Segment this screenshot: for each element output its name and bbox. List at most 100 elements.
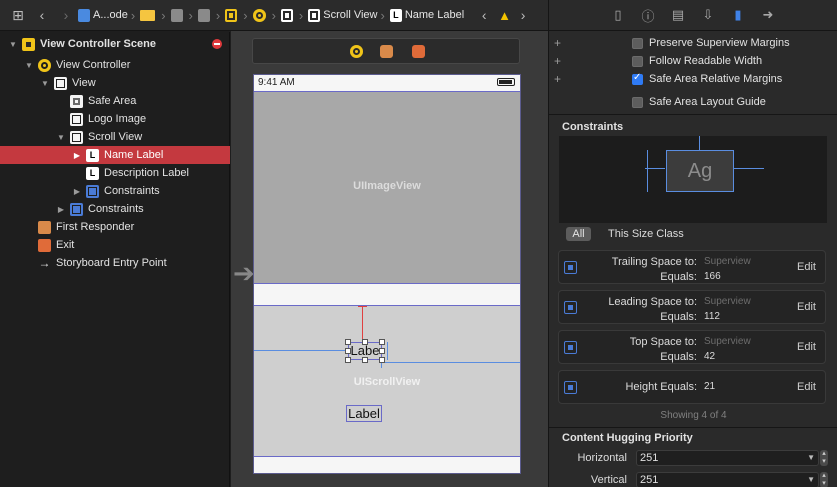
warning-icon[interactable]: ▲ (498, 8, 511, 23)
identity-inspector-icon[interactable]: ▤ (663, 7, 693, 23)
description-label-element[interactable]: Label (346, 405, 382, 422)
breadcrumb-name-label[interactable]: L Name Label (389, 8, 464, 22)
leading-constraint-line[interactable] (254, 350, 348, 351)
hugging-vertical-stepper[interactable]: ▴ ▾ (820, 472, 828, 487)
disclosure-triangle-icon[interactable]: ▼ (56, 133, 66, 142)
attributes-inspector-icon[interactable]: ⇩ (693, 7, 723, 23)
forward-chevron-icon[interactable]: › (54, 7, 78, 23)
checkbox-follow-readable-width[interactable] (632, 55, 643, 67)
plus-icon[interactable]: + (554, 54, 561, 68)
constraints-preview[interactable]: Ag (559, 136, 827, 223)
file-inspector-icon[interactable]: ▯ (603, 7, 633, 23)
breadcrumb-folder[interactable]: › (140, 8, 168, 23)
plus-icon[interactable]: + (554, 72, 561, 86)
storyboard-canvas[interactable]: ➔ 9:41 AM UIImageView UIScrollView Labe (231, 31, 548, 487)
outline-item-safe-area[interactable]: Safe Area (0, 92, 230, 110)
outline-item-constraints-scroll[interactable]: ▶ Constraints (0, 182, 230, 200)
edit-button[interactable]: Edit (797, 261, 816, 273)
outline-item-name-label[interactable]: ▶ L Name Label (0, 146, 230, 164)
trailing-constraint-line[interactable] (382, 362, 520, 363)
scroll-view[interactable]: UIScrollView Labe Label (254, 305, 520, 457)
safe-area-icon (70, 94, 83, 108)
scroll-view-caption: UIScrollView (353, 376, 421, 388)
trailing-constraint-icon (564, 261, 577, 274)
resize-handle[interactable] (362, 339, 368, 345)
height-constraint-line[interactable] (387, 342, 388, 360)
plus-icon[interactable]: + (554, 36, 561, 50)
option-follow-readable-width: + Follow Readable Width (549, 52, 837, 70)
edit-button[interactable]: Edit (797, 341, 816, 353)
size-inspector-icon[interactable]: ▮ (723, 7, 753, 23)
hugging-vertical-field[interactable]: 251 ▼ (636, 472, 819, 487)
outline-item-logo-image[interactable]: Logo Image (0, 110, 230, 128)
connections-inspector-icon[interactable]: ➜ (753, 7, 783, 23)
constraint-row-trailing[interactable]: Trailing Space to: Superview Equals: 166… (558, 250, 826, 284)
outline-item-storyboard-entry-point[interactable]: → Storyboard Entry Point (0, 254, 230, 272)
disclosure-triangle-icon[interactable]: ▶ (72, 151, 82, 160)
resize-handle[interactable] (345, 357, 351, 363)
storyboard-file-icon (197, 8, 210, 22)
checkbox-safe-area-layout-guide[interactable] (632, 96, 643, 108)
breadcrumb-storyboard[interactable]: › (197, 8, 223, 23)
resize-handle[interactable] (379, 348, 385, 354)
constraints-count: Showing 4 of 4 (660, 410, 727, 421)
disclosure-triangle-icon[interactable]: ▶ (56, 205, 66, 214)
constraint-row-leading[interactable]: Leading Space to: Superview Equals: 112 … (558, 290, 826, 324)
hugging-horizontal-field[interactable]: 251 ▼ (636, 450, 819, 466)
image-view-caption: UIImageView (353, 180, 421, 192)
resize-handle[interactable] (379, 357, 385, 363)
resize-handle[interactable] (345, 339, 351, 345)
breadcrumb-view-controller[interactable]: › (252, 8, 279, 23)
breadcrumb-project[interactable]: A...ode › (78, 8, 138, 23)
view-controller-frame[interactable]: 9:41 AM UIImageView UIScrollView Labe La… (253, 74, 521, 474)
breadcrumb-group[interactable]: › (170, 8, 196, 23)
breadcrumb-view[interactable]: › (280, 8, 306, 23)
entry-point-arrow-icon[interactable]: ➔ (233, 260, 255, 286)
storyboard-scene-icon (225, 8, 238, 22)
constraint-target: Superview (704, 336, 751, 347)
height-constraint-icon (564, 381, 577, 394)
outline-item-first-responder[interactable]: First Responder (0, 218, 230, 236)
related-items-grid-icon[interactable]: ⊞ (6, 7, 30, 24)
outline-item-scroll-view[interactable]: ▼ Scroll View (0, 128, 230, 146)
battery-icon (497, 78, 515, 86)
disclosure-triangle-icon[interactable]: ▼ (8, 40, 18, 49)
resize-handle[interactable] (362, 357, 368, 363)
disclosure-triangle-icon[interactable]: ▶ (72, 187, 82, 196)
leading-constraint-icon (564, 301, 577, 314)
filter-all-button[interactable]: All (566, 227, 591, 241)
disclosure-triangle-icon[interactable]: ▼ (24, 61, 34, 70)
hugging-horizontal-stepper[interactable]: ▴ ▾ (820, 450, 828, 466)
constraint-row-top[interactable]: Top Space to: Superview Equals: 42 Edit (558, 330, 826, 364)
next-issue-chevron-icon[interactable]: › (511, 7, 535, 23)
disclosure-triangle-icon[interactable]: ▼ (40, 79, 50, 88)
outline-item-view-controller-scene[interactable]: ▼ View Controller Scene (0, 35, 230, 53)
file-icon (170, 8, 183, 22)
top-constraint-line[interactable] (362, 306, 363, 342)
back-chevron-icon[interactable]: ‹ (30, 7, 54, 23)
breadcrumb-scroll-view[interactable]: Scroll View › (308, 8, 388, 23)
breadcrumb-scene[interactable]: › (225, 8, 250, 23)
previous-issue-chevron-icon[interactable]: ‹ (472, 7, 496, 23)
resize-handle[interactable] (345, 348, 351, 354)
resize-handle[interactable] (379, 339, 385, 345)
edit-button[interactable]: Edit (797, 381, 816, 393)
first-responder-icon[interactable] (380, 45, 393, 58)
quick-help-icon[interactable]: ⓘ (633, 6, 663, 25)
exit-icon[interactable] (412, 45, 425, 58)
constraint-row-height[interactable]: Height Equals: 21 Edit (558, 370, 826, 404)
option-safe-area-layout-guide: Safe Area Layout Guide (549, 93, 837, 111)
view-controller-icon[interactable] (350, 45, 363, 58)
error-badge-icon[interactable] (212, 39, 222, 49)
outline-item-view-controller[interactable]: ▼ View Controller (0, 56, 230, 74)
outline-item-exit[interactable]: Exit (0, 236, 230, 254)
outline-item-view[interactable]: ▼ View (0, 74, 230, 92)
filter-this-size-class-button[interactable]: This Size Class (608, 227, 684, 241)
edit-button[interactable]: Edit (797, 301, 816, 313)
outline-item-description-label[interactable]: L Description Label (0, 164, 230, 182)
outline-item-constraints-view[interactable]: ▶ Constraints (0, 200, 230, 218)
hugging-vertical-row: Vertical 251 ▼ ▴ ▾ (549, 472, 837, 487)
checkbox-preserve-superview-margins[interactable] (632, 37, 643, 49)
checkbox-safe-area-relative-margins[interactable] (632, 72, 643, 85)
logo-image-view[interactable]: UIImageView (254, 91, 520, 284)
